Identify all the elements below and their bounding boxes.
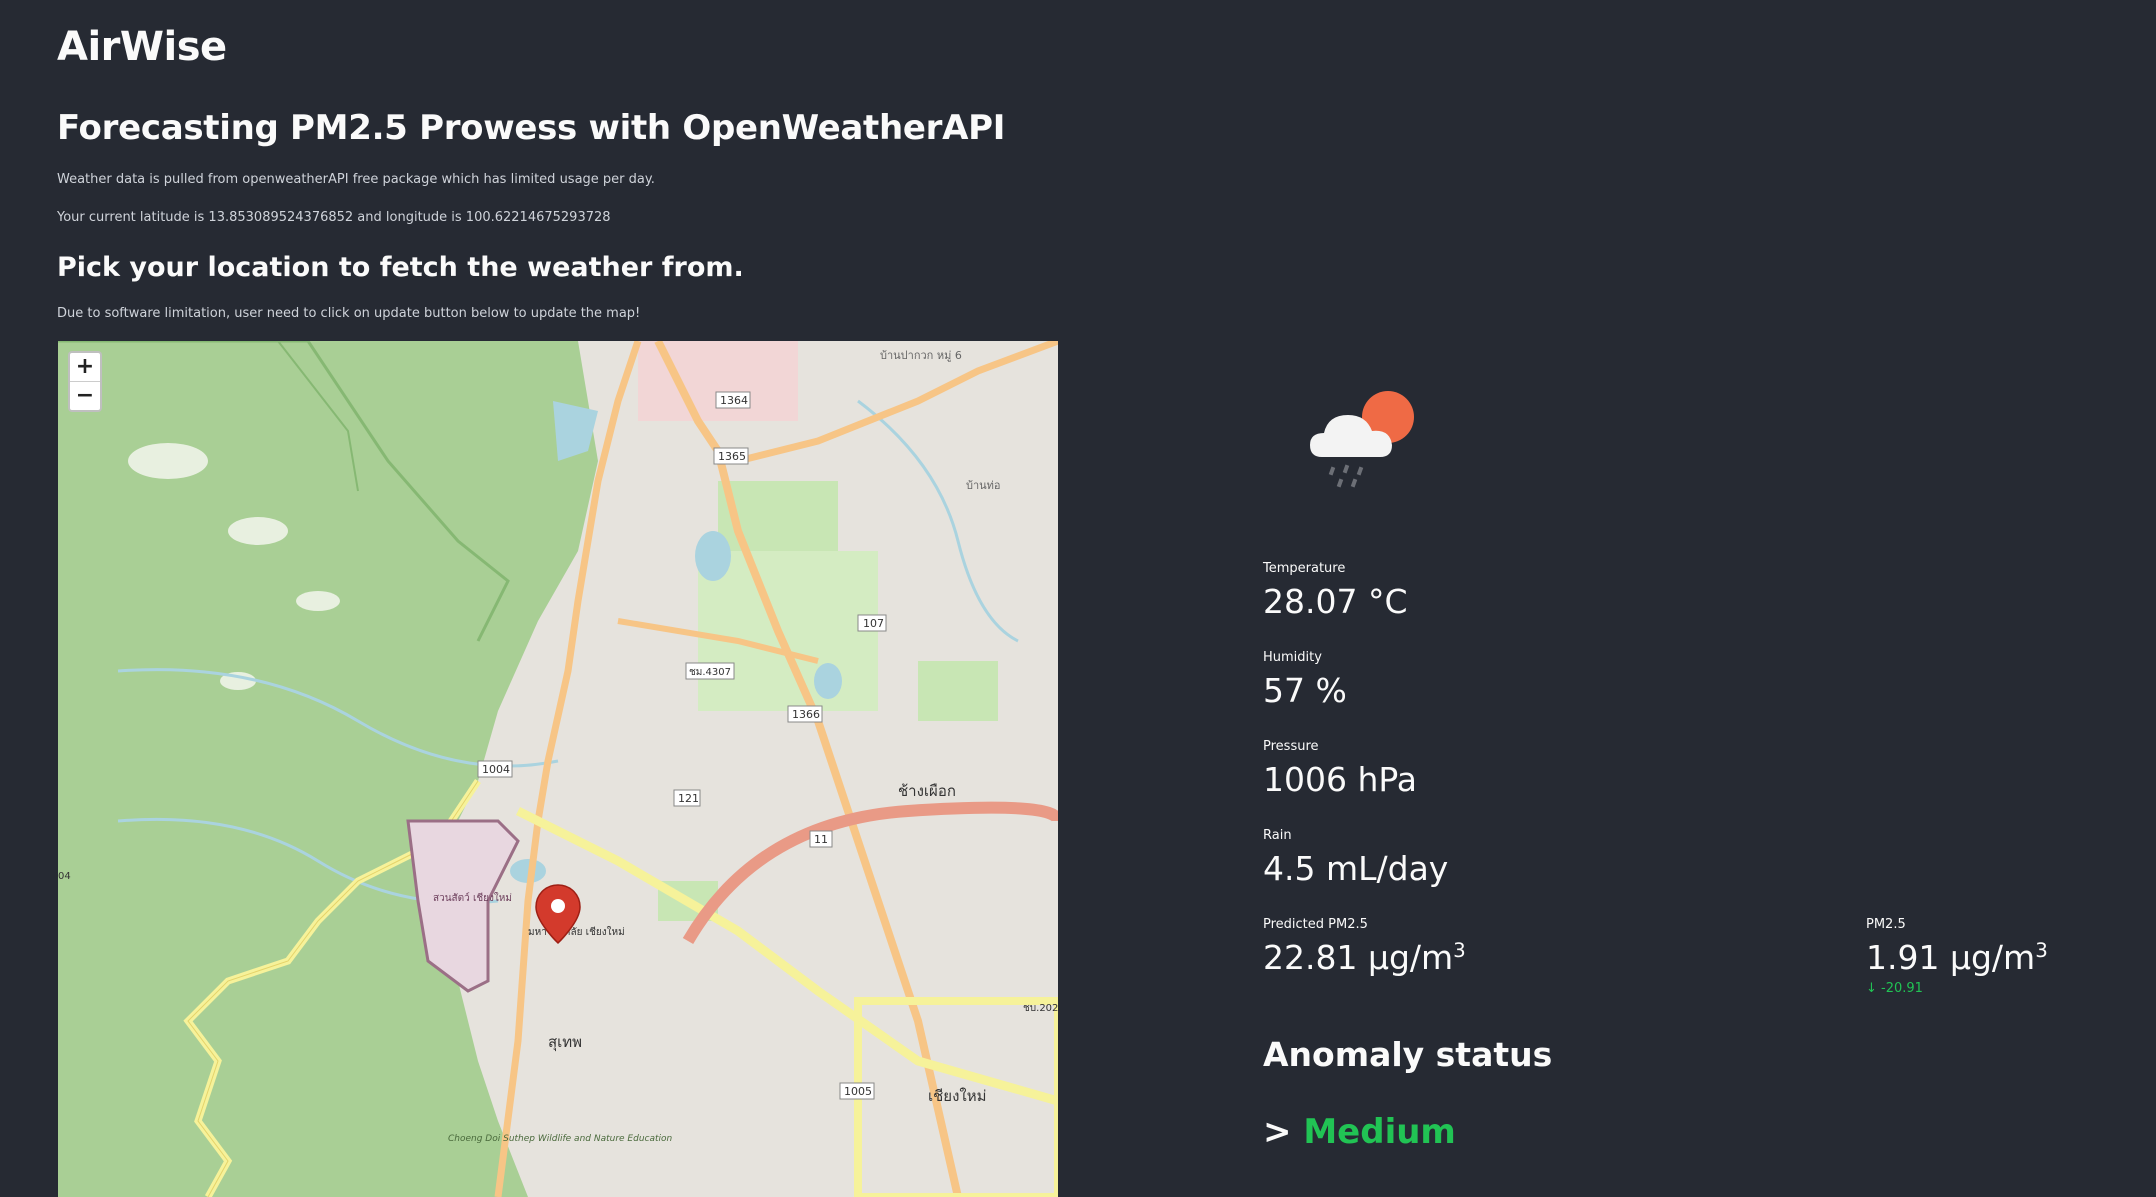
page-subtitle: Forecasting PM2.5 Prowess with OpenWeath… xyxy=(57,108,1006,148)
location-map[interactable]: + − 1364 1365 107 ชม.4307 1366 1004 121 … xyxy=(58,341,1058,1197)
humidity-value: 57 % xyxy=(1263,671,1347,710)
map-tiles: 1364 1365 107 ชม.4307 1366 1004 121 11 1… xyxy=(58,341,1058,1197)
road-121-label: 121 xyxy=(678,792,699,805)
api-note: Weather data is pulled from openweatherA… xyxy=(57,172,655,187)
zoom-control: + − xyxy=(68,351,102,412)
pm-delta: ↓ -20.91 xyxy=(1866,981,1923,996)
pm-value: 1.91 μg/m3 xyxy=(1866,938,2048,977)
road-1004-label: 1004 xyxy=(482,763,510,776)
pressure-label: Pressure xyxy=(1263,739,1319,754)
road-1366-label: 1366 xyxy=(792,708,820,721)
ban-tao-label: บ้านท่อ xyxy=(966,479,1001,492)
cloud-sun-rain-icon xyxy=(1310,391,1414,488)
road-11-label: 11 xyxy=(814,833,828,846)
location-note: Your current latitude is 13.853089524376… xyxy=(57,210,611,225)
chiang-mai-label: เชียงใหม่ xyxy=(928,1087,987,1105)
predicted-pm-metric: Predicted PM2.5 22.81 μg/m3 xyxy=(1263,917,1466,977)
road-107-label: 107 xyxy=(863,617,884,630)
arrow-down-icon: ↓ xyxy=(1866,981,1877,996)
humidity-metric: Humidity 57 % xyxy=(1263,650,1347,710)
update-note: Due to software limitation, user need to… xyxy=(57,306,641,321)
edge-04-label: 04 xyxy=(58,871,71,882)
location-heading: Pick your location to fetch the weather … xyxy=(57,252,744,283)
park-label: Choeng Doi Suthep Wildlife and Nature Ed… xyxy=(448,1134,673,1144)
anomaly-title: Anomaly status xyxy=(1263,1035,1553,1074)
app-title: AirWise xyxy=(57,24,227,70)
ban-tawan-label: บ้านปากวก หมู่ 6 xyxy=(880,349,962,362)
road-1365-label: 1365 xyxy=(718,450,746,463)
road-4307-label: ชม.4307 xyxy=(689,667,731,678)
rain-metric: Rain 4.5 mL/day xyxy=(1263,828,1448,888)
rain-value: 4.5 mL/day xyxy=(1263,849,1449,888)
pm-metric: PM2.5 1.91 μg/m3 ↓ -20.91 xyxy=(1866,917,2048,996)
pressure-value: 1006 hPa xyxy=(1263,760,1418,799)
pressure-metric: Pressure 1006 hPa xyxy=(1263,739,1417,799)
anomaly-prefix: > xyxy=(1263,1112,1292,1152)
pm-label: PM2.5 xyxy=(1866,917,1906,932)
cmu-label: มหาวิทยาลัย เชียงใหม่ xyxy=(528,926,625,938)
rain-label: Rain xyxy=(1263,828,1292,843)
predicted-pm-value: 22.81 μg/m3 xyxy=(1263,938,1466,977)
chang-phueak-label: ช้างเผือก xyxy=(898,782,956,800)
humidity-label: Humidity xyxy=(1263,650,1322,665)
road-1364-label: 1364 xyxy=(720,394,748,407)
temperature-label: Temperature xyxy=(1263,561,1346,576)
suthep-label: สุเทพ xyxy=(548,1033,582,1052)
anomaly-status: > Medium xyxy=(1263,1112,1456,1152)
road-1005-label: 1005 xyxy=(844,1085,872,1098)
anomaly-level: Medium xyxy=(1303,1112,1456,1152)
zoom-out-button[interactable]: − xyxy=(70,381,100,410)
temperature-metric: Temperature 28.07 °C xyxy=(1263,561,1408,621)
predicted-pm-label: Predicted PM2.5 xyxy=(1263,917,1368,932)
edge-202-label: ชบ.202 xyxy=(1023,1003,1058,1014)
zoo-label: สวนสัตว์ เชียงใหม่ xyxy=(433,892,512,904)
zoom-in-button[interactable]: + xyxy=(70,353,100,381)
temperature-value: 28.07 °C xyxy=(1263,582,1408,621)
